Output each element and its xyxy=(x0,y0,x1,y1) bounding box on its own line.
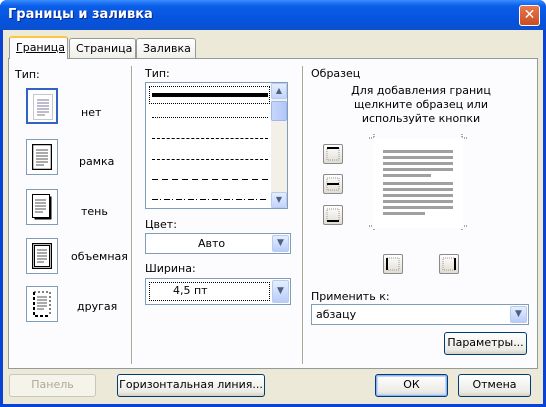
line-style-dashed-long[interactable] xyxy=(152,179,268,180)
preview-text-line xyxy=(383,156,453,159)
toolbar-button-label: Панель xyxy=(31,378,74,391)
preview-text-line xyxy=(383,168,453,171)
setting-label: Тип: xyxy=(15,68,40,81)
title-bar[interactable]: Границы и заливка ✕ xyxy=(0,0,546,30)
width-value: 4,5 пт xyxy=(173,284,208,297)
preview-hint: Для добавления границ щелкните образец и… xyxy=(351,84,491,125)
border-inside-h-button[interactable] xyxy=(323,174,343,194)
options-button-label: Параметры... xyxy=(447,336,524,349)
preset-3d-icon xyxy=(32,243,52,269)
cancel-button[interactable]: Отмена xyxy=(458,374,531,397)
border-left-icon xyxy=(386,257,400,271)
preview-text-line xyxy=(383,188,453,191)
preset-none-icon xyxy=(33,94,53,120)
line-style-dashed[interactable] xyxy=(152,159,268,160)
line-style-dotted[interactable] xyxy=(152,117,268,118)
border-top-button[interactable] xyxy=(323,144,343,164)
scroll-thumb[interactable] xyxy=(271,101,287,121)
tab-shading[interactable]: Заливка xyxy=(136,38,196,58)
preset-3d[interactable] xyxy=(26,238,58,274)
border-inside-h-icon xyxy=(326,177,340,191)
preset-box[interactable] xyxy=(26,139,58,175)
preset-shadow-label[interactable]: тень xyxy=(81,205,108,218)
chevron-down-icon[interactable]: ▼ xyxy=(272,235,289,252)
preset-3d-label[interactable]: объемная xyxy=(71,250,128,263)
preset-custom[interactable] xyxy=(26,286,58,322)
toolbar-button[interactable]: Панель xyxy=(9,374,96,397)
color-value: Авто xyxy=(198,237,226,250)
separator-left xyxy=(131,66,133,364)
dialog-body: Граница Страница Заливка Тип: нет рамка xyxy=(3,30,543,404)
options-button[interactable]: Параметры... xyxy=(444,332,527,355)
chevron-down-icon[interactable]: ▼ xyxy=(510,306,527,323)
line-style-dash-dot[interactable] xyxy=(152,199,268,200)
preview-text-line xyxy=(383,206,453,209)
apply-to-value: абзацу xyxy=(316,308,357,321)
apply-to-label: Применить к: xyxy=(311,290,390,303)
preview-text-line xyxy=(383,182,453,185)
preview-area[interactable] xyxy=(373,138,463,228)
border-top-icon xyxy=(326,147,340,161)
width-label: Ширина: xyxy=(145,262,196,275)
preview-text-line xyxy=(383,200,453,203)
separator-right xyxy=(302,66,304,364)
preset-custom-label[interactable]: другая xyxy=(77,300,117,313)
color-label: Цвет: xyxy=(145,218,177,231)
tab-border[interactable]: Граница xyxy=(9,36,68,59)
scroll-down-icon[interactable]: ▼ xyxy=(271,192,287,208)
preview-text-line xyxy=(383,150,453,153)
preset-shadow[interactable] xyxy=(26,189,58,225)
style-label: Тип: xyxy=(145,67,170,80)
border-right-button[interactable] xyxy=(439,254,459,274)
preset-none[interactable] xyxy=(26,88,58,124)
preset-box-icon xyxy=(32,144,52,170)
tab-border-label: Граница xyxy=(16,41,66,54)
horizontal-line-button[interactable]: Горизонтальная линия... xyxy=(117,374,265,397)
cancel-button-label: Отмена xyxy=(472,378,517,391)
horizontal-line-button-label: Горизонтальная линия... xyxy=(119,378,263,391)
dialog-window: Границы и заливка ✕ Граница Страница Зал… xyxy=(0,0,546,407)
preset-shadow-icon xyxy=(32,194,52,220)
line-style-scrollbar[interactable]: ▲ ▼ xyxy=(271,83,287,208)
preset-none-label[interactable]: нет xyxy=(81,106,101,119)
tab-shading-label: Заливка xyxy=(143,42,191,55)
preview-text-line xyxy=(383,212,425,215)
line-style-solid-thick[interactable] xyxy=(152,93,268,97)
border-right-icon xyxy=(442,257,456,271)
preview-label: Образец xyxy=(311,67,361,80)
chevron-down-icon[interactable]: ▼ xyxy=(272,280,289,303)
tab-page-border[interactable]: Страница xyxy=(69,38,136,58)
width-select[interactable]: 4,5 пт ▼ xyxy=(145,278,291,305)
apply-to-select[interactable]: абзацу ▼ xyxy=(311,304,529,325)
preview-text-line xyxy=(383,174,431,177)
line-style-list[interactable]: ▲ ▼ xyxy=(145,82,288,209)
border-left-button[interactable] xyxy=(383,254,403,274)
preset-custom-icon xyxy=(33,291,51,317)
ok-button[interactable]: ОК xyxy=(375,374,448,397)
scroll-up-icon[interactable]: ▲ xyxy=(271,83,287,99)
preset-box-label[interactable]: рамка xyxy=(79,155,114,168)
close-button[interactable]: ✕ xyxy=(519,5,540,26)
ok-button-label: ОК xyxy=(403,378,420,391)
border-bottom-button[interactable] xyxy=(323,205,343,225)
width-focus xyxy=(149,282,270,301)
border-bottom-icon xyxy=(326,208,340,222)
preview-text-line xyxy=(383,194,453,197)
tab-page-border-label: Страница xyxy=(76,42,133,55)
window-title: Границы и заливка xyxy=(8,7,153,22)
color-select[interactable]: Авто ▼ xyxy=(145,233,291,254)
line-style-dashed-fine[interactable] xyxy=(152,138,268,139)
close-icon: ✕ xyxy=(523,7,536,23)
preview-text-line xyxy=(383,162,453,165)
